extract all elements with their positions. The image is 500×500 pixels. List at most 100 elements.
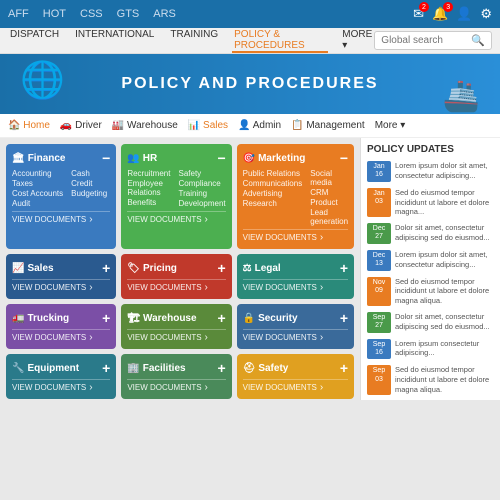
finance-item[interactable]: Cash xyxy=(71,169,107,178)
nav-international[interactable]: INTERNATIONAL xyxy=(73,29,156,53)
hr-view-docs[interactable]: VIEW DOCUMENTS › xyxy=(127,211,225,225)
card-sales[interactable]: 📈Sales + VIEW DOCUMENTS › xyxy=(6,254,116,299)
finance-minus[interactable]: − xyxy=(102,150,110,166)
card-equipment[interactable]: 🔧Equipment + VIEW DOCUMENTS › xyxy=(6,354,116,399)
chevron-right-icon: › xyxy=(205,282,208,293)
security-view-docs[interactable]: VIEW DOCUMENTS › xyxy=(243,329,348,343)
finance-item[interactable]: Cost Accounts xyxy=(12,189,63,198)
globe-icon: 🌐 xyxy=(20,59,65,101)
marketing-item[interactable]: Product xyxy=(310,198,348,207)
hr-item[interactable]: Employee Relations xyxy=(127,179,170,197)
hr-item[interactable]: Development xyxy=(178,199,225,208)
card-security[interactable]: 🔒Security + VIEW DOCUMENTS › xyxy=(237,304,354,349)
hr-item[interactable]: Recruitment xyxy=(127,169,170,178)
warehouse-plus[interactable]: + xyxy=(217,310,225,326)
finance-item[interactable]: Taxes xyxy=(12,179,63,188)
user-icon[interactable]: 👤 xyxy=(456,6,472,22)
search-input[interactable] xyxy=(381,35,471,46)
warehouse-view-docs[interactable]: VIEW DOCUMENTS › xyxy=(127,329,225,343)
marketing-item[interactable]: Public Relations xyxy=(243,169,303,178)
card-trucking[interactable]: 🚛Trucking + VIEW DOCUMENTS › xyxy=(6,304,116,349)
bc-warehouse[interactable]: 🏭 Warehouse xyxy=(112,120,178,131)
bc-admin[interactable]: 👤 Admin xyxy=(238,120,281,131)
marketing-item[interactable]: Research xyxy=(243,199,303,208)
card-warehouse[interactable]: 🏗Warehouse + VIEW DOCUMENTS › xyxy=(121,304,231,349)
bc-home[interactable]: 🏠 Home xyxy=(8,120,50,131)
top-nav-aff[interactable]: AFF xyxy=(8,8,29,20)
bc-sales[interactable]: 📊 Sales xyxy=(188,120,228,131)
hr-item[interactable]: Safety xyxy=(178,169,225,178)
marketing-item[interactable]: Communications xyxy=(243,179,303,188)
marketing-item[interactable]: Lead generation xyxy=(310,208,348,226)
safety-title: Safety xyxy=(258,363,288,374)
gear-icon[interactable]: ⚙ xyxy=(480,6,492,22)
policy-item[interactable]: Dec27 Dolor sit amet, consectetur adipis… xyxy=(367,223,494,244)
pricing-view-docs[interactable]: VIEW DOCUMENTS › xyxy=(127,279,225,293)
marketing-view-docs[interactable]: VIEW DOCUMENTS › xyxy=(243,229,348,243)
top-nav-css[interactable]: CSS xyxy=(80,8,103,20)
safety-view-docs[interactable]: VIEW DOCUMENTS › xyxy=(243,379,348,393)
policy-item[interactable]: Jan03 Sed do eiusmod tempor incididunt u… xyxy=(367,188,494,217)
sales-view-docs[interactable]: VIEW DOCUMENTS › xyxy=(12,279,110,293)
card-safety[interactable]: ⛑Safety + VIEW DOCUMENTS › xyxy=(237,354,354,399)
card-hr[interactable]: 👥HR − Recruitment Employee Relations Ben… xyxy=(121,144,231,249)
top-nav-ars[interactable]: ARS xyxy=(153,8,176,20)
main-layout: 🏛Finance − Accounting Taxes Cost Account… xyxy=(0,138,500,400)
finance-item[interactable]: Audit xyxy=(12,199,63,208)
facilities-title: Facilities xyxy=(143,363,186,374)
marketing-item[interactable]: Advertising xyxy=(243,189,303,198)
policy-item[interactable]: Sep27 Dolor sit amet, consectetur adipis… xyxy=(367,312,494,333)
safety-plus[interactable]: + xyxy=(340,360,348,376)
hr-minus[interactable]: − xyxy=(217,150,225,166)
warehouse-icon: 🏗 xyxy=(127,313,140,324)
envelope-icon[interactable]: ✉2 xyxy=(413,6,424,22)
sales-plus[interactable]: + xyxy=(102,260,110,276)
finance-item[interactable]: Accounting xyxy=(12,169,63,178)
marketing-item[interactable]: CRM xyxy=(310,188,348,197)
hr-item[interactable]: Training xyxy=(178,189,225,198)
card-finance[interactable]: 🏛Finance − Accounting Taxes Cost Account… xyxy=(6,144,116,249)
chevron-right-icon: › xyxy=(89,382,92,393)
facilities-view-docs[interactable]: VIEW DOCUMENTS › xyxy=(127,379,225,393)
finance-item[interactable]: Budgeting xyxy=(71,189,107,198)
equipment-view-docs[interactable]: VIEW DOCUMENTS › xyxy=(12,379,110,393)
finance-view-docs[interactable]: VIEW DOCUMENTS › xyxy=(12,211,110,225)
bc-driver[interactable]: 🚗 Driver xyxy=(60,120,102,131)
policy-item[interactable]: Nov09 Sed do eiusmod tempor incididunt u… xyxy=(367,277,494,306)
policy-item[interactable]: Sep03 Sed do eiusmod tempor incididunt u… xyxy=(367,365,494,394)
trucking-plus[interactable]: + xyxy=(102,310,110,326)
search-icon[interactable]: 🔍 xyxy=(471,34,485,47)
marketing-minus[interactable]: − xyxy=(340,150,348,166)
card-pricing[interactable]: 🏷Pricing + VIEW DOCUMENTS › xyxy=(121,254,231,299)
marketing-item[interactable]: Social media xyxy=(310,169,348,187)
legal-view-docs[interactable]: VIEW DOCUMENTS › xyxy=(243,279,348,293)
nav-policy-procedures[interactable]: POLICY & PROCEDURES xyxy=(232,29,328,53)
nav-more[interactable]: MORE ▾ xyxy=(340,29,374,53)
bc-more[interactable]: More ▾ xyxy=(375,120,406,131)
finance-item[interactable]: Credit xyxy=(71,179,107,188)
card-marketing[interactable]: 🎯Marketing − Public Relations Communicat… xyxy=(237,144,354,249)
ship-icon: 🚢 xyxy=(443,79,480,114)
facilities-plus[interactable]: + xyxy=(217,360,225,376)
nav-dispatch[interactable]: DISPATCH xyxy=(8,29,61,53)
hr-item[interactable]: Compliance xyxy=(178,179,225,188)
hr-item[interactable]: Benefits xyxy=(127,198,170,207)
policy-item[interactable]: Dec13 Lorem ipsum dolor sit amet, consec… xyxy=(367,250,494,271)
top-nav-gts[interactable]: GTS xyxy=(117,8,140,20)
bell-icon[interactable]: 🔔3 xyxy=(432,6,448,22)
chevron-right-icon: › xyxy=(320,332,323,343)
bc-management[interactable]: 📋 Management xyxy=(291,120,365,131)
policy-item[interactable]: Sep16 Lorem ipsum consectetur adipiscing… xyxy=(367,339,494,360)
trucking-view-docs[interactable]: VIEW DOCUMENTS › xyxy=(12,329,110,343)
policy-item[interactable]: Jan16 Lorem ipsum dolor sit amet, consec… xyxy=(367,161,494,182)
card-legal[interactable]: ⚖Legal + VIEW DOCUMENTS › xyxy=(237,254,354,299)
second-navigation: DISPATCH INTERNATIONAL TRAINING POLICY &… xyxy=(0,28,500,54)
card-facilities[interactable]: 🏢Facilities + VIEW DOCUMENTS › xyxy=(121,354,231,399)
chevron-right-icon: › xyxy=(205,214,208,225)
top-nav-hot[interactable]: HOT xyxy=(43,8,66,20)
equipment-plus[interactable]: + xyxy=(102,360,110,376)
nav-training[interactable]: TRAINING xyxy=(168,29,220,53)
pricing-plus[interactable]: + xyxy=(217,260,225,276)
legal-plus[interactable]: + xyxy=(340,260,348,276)
security-plus[interactable]: + xyxy=(340,310,348,326)
